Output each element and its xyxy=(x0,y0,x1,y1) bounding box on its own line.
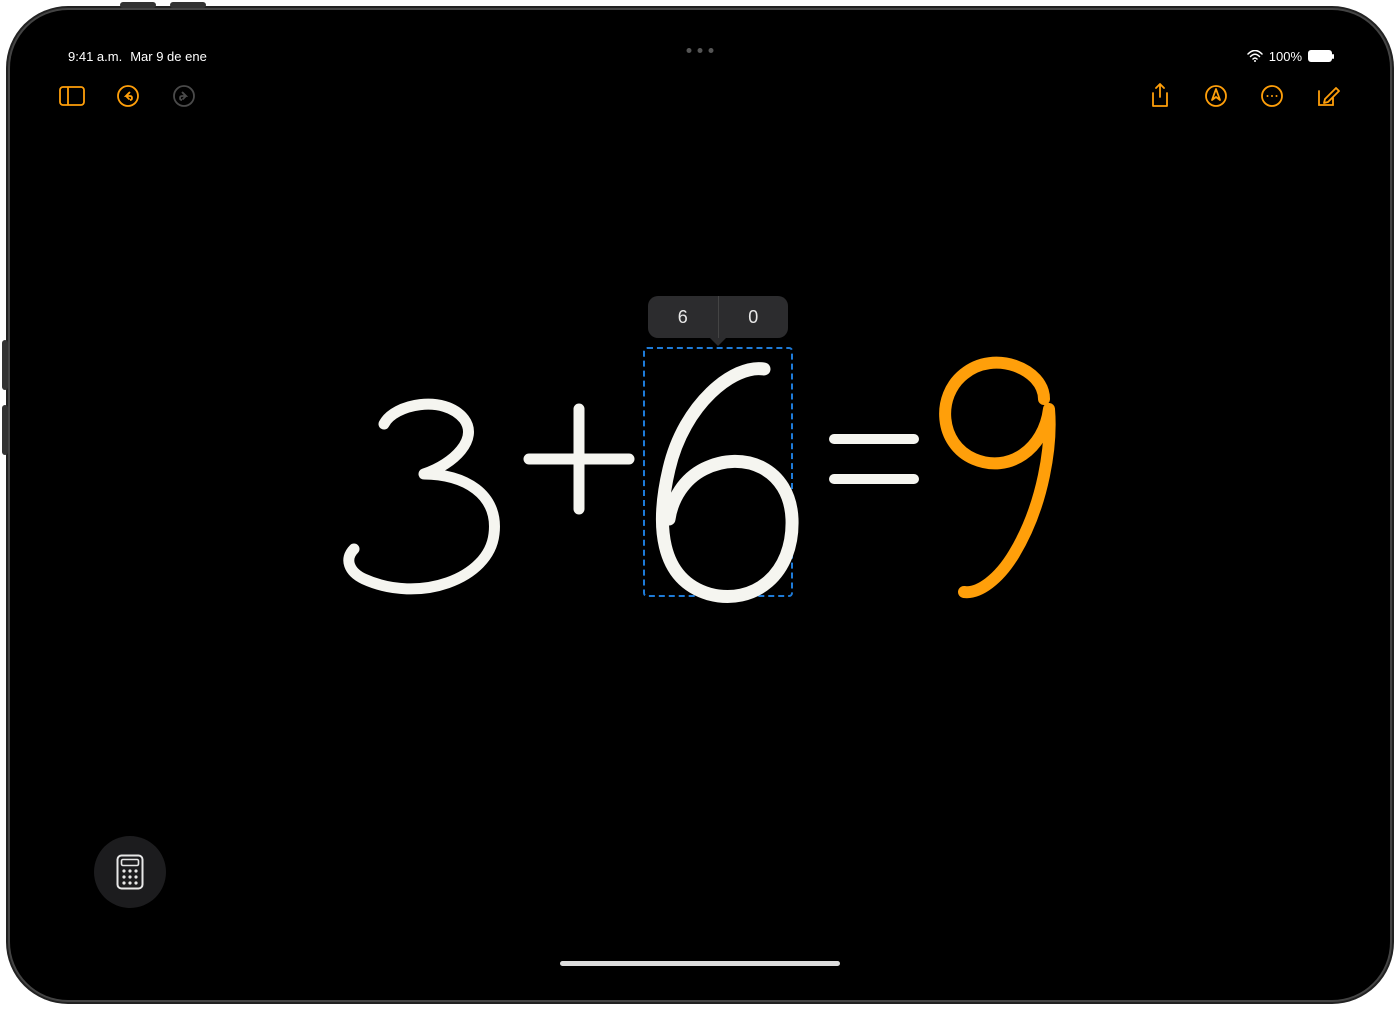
operator-equals xyxy=(834,439,914,479)
calculator-button[interactable] xyxy=(94,836,166,908)
toolbar xyxy=(34,74,1366,118)
screen: 9:41 a.m. Mar 9 de ene 100% xyxy=(34,34,1366,976)
volume-up-hw xyxy=(2,340,8,390)
markup-button[interactable] xyxy=(1202,82,1230,110)
volume-down-hw xyxy=(2,405,8,455)
undo-button[interactable] xyxy=(114,82,142,110)
home-indicator[interactable] xyxy=(560,961,840,966)
ipad-frame: 9:41 a.m. Mar 9 de ene 100% xyxy=(10,10,1390,1000)
digit-6 xyxy=(662,369,792,597)
battery-icon xyxy=(1308,50,1332,62)
calculator-icon xyxy=(116,854,144,890)
redo-button xyxy=(170,82,198,110)
more-button[interactable] xyxy=(1258,82,1286,110)
wifi-icon xyxy=(1247,50,1263,62)
battery-text: 100% xyxy=(1269,49,1302,64)
digit-9-result xyxy=(945,363,1049,593)
equation-strokes xyxy=(324,294,1084,634)
digit-3 xyxy=(349,404,495,589)
status-date: Mar 9 de ene xyxy=(130,49,207,64)
compose-button[interactable] xyxy=(1314,82,1342,110)
multitask-dots[interactable] xyxy=(687,48,714,53)
handwriting-canvas[interactable]: 6 0 xyxy=(34,34,1366,976)
operator-plus xyxy=(529,409,629,509)
status-time: 9:41 a.m. xyxy=(68,49,122,64)
share-button[interactable] xyxy=(1146,82,1174,110)
sidebar-button[interactable] xyxy=(58,82,86,110)
